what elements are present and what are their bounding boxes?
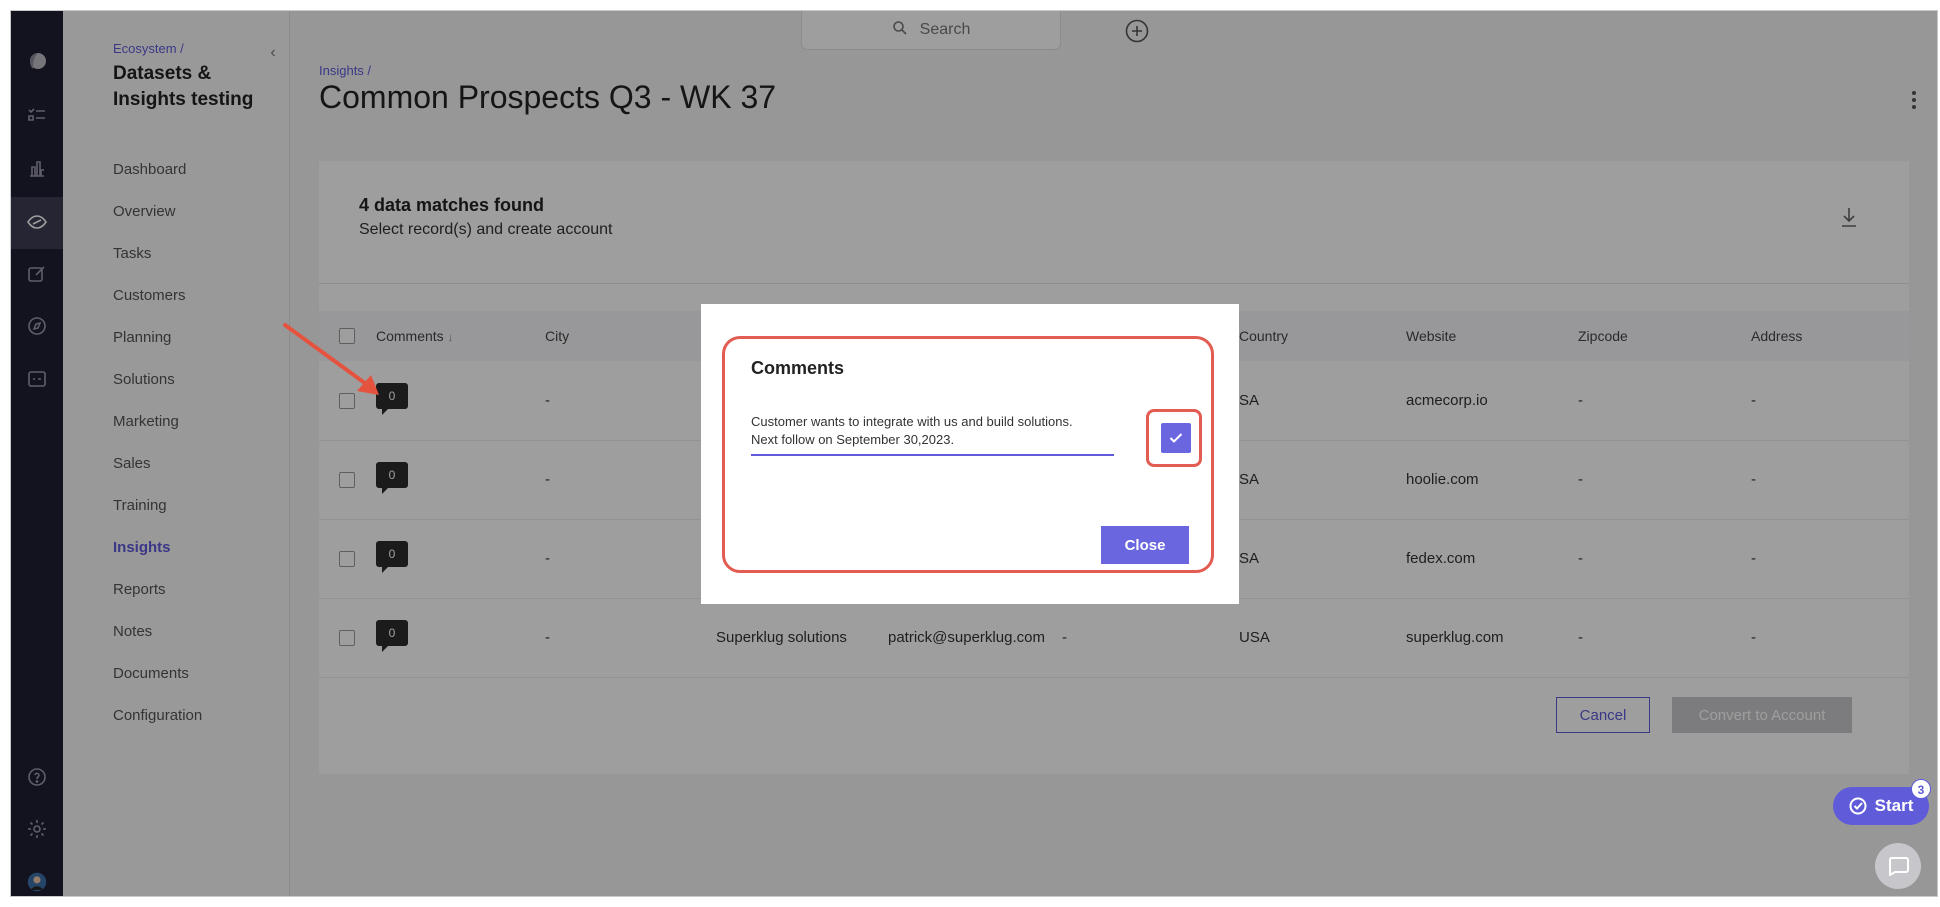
comment-input[interactable]: Customer wants to integrate with us and … <box>751 413 1111 449</box>
chat-icon <box>1889 857 1909 876</box>
check-icon <box>1169 433 1183 443</box>
app-window: Ecosystem / Datasets & Insights testing … <box>10 10 1938 897</box>
save-comment-button[interactable] <box>1161 423 1191 453</box>
chat-button[interactable] <box>1875 843 1921 889</box>
comment-line-2: Next follow on September 30,2023. <box>751 432 955 447</box>
start-count-badge: 3 <box>1911 779 1931 799</box>
comment-input-underline <box>751 454 1114 456</box>
annotation-arrow <box>283 323 379 395</box>
close-button[interactable]: Close <box>1101 526 1189 564</box>
checklist-icon <box>1849 797 1867 815</box>
comment-line-1: Customer wants to integrate with us and … <box>751 414 1073 429</box>
modal-title: Comments <box>751 358 845 378</box>
start-label: Start <box>1874 796 1914 815</box>
comments-modal: Comments Customer wants to integrate wit… <box>701 304 1239 604</box>
